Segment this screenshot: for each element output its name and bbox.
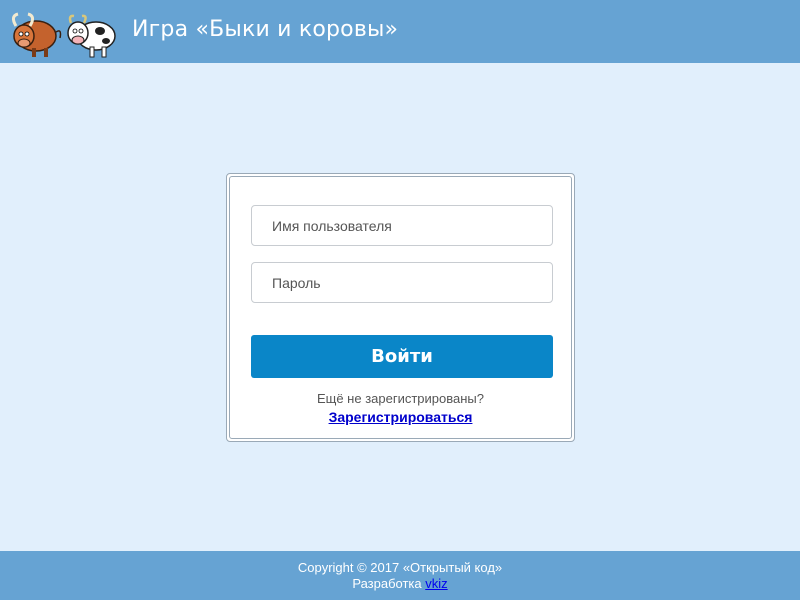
- login-card-inner: Войти Ещё не зарегистрированы? Зарегистр…: [229, 176, 572, 439]
- developer-label: Разработка: [352, 576, 426, 591]
- footer: Copyright © 2017 «Открытый код» Разработ…: [0, 551, 800, 600]
- register-link-container: Зарегистрироваться: [230, 409, 571, 425]
- top-header: Игра «Быки и коровы»: [0, 0, 800, 63]
- copyright-text: Copyright © 2017 «Открытый код»: [297, 560, 503, 575]
- register-link[interactable]: Зарегистрироваться: [329, 409, 473, 425]
- login-button[interactable]: Войти: [251, 335, 553, 378]
- username-input[interactable]: [251, 205, 553, 246]
- login-card: Войти Ещё не зарегистрированы? Зарегистр…: [226, 173, 575, 442]
- bull-and-cow-logo-icon: [11, 12, 116, 58]
- developer-link[interactable]: vkiz: [425, 576, 447, 591]
- register-hint-text: Ещё не зарегистрированы?: [316, 391, 485, 406]
- password-input[interactable]: [251, 262, 553, 303]
- developer-line: Разработка vkiz: [0, 576, 800, 592]
- app-title: Игра «Быки и коровы»: [132, 17, 399, 42]
